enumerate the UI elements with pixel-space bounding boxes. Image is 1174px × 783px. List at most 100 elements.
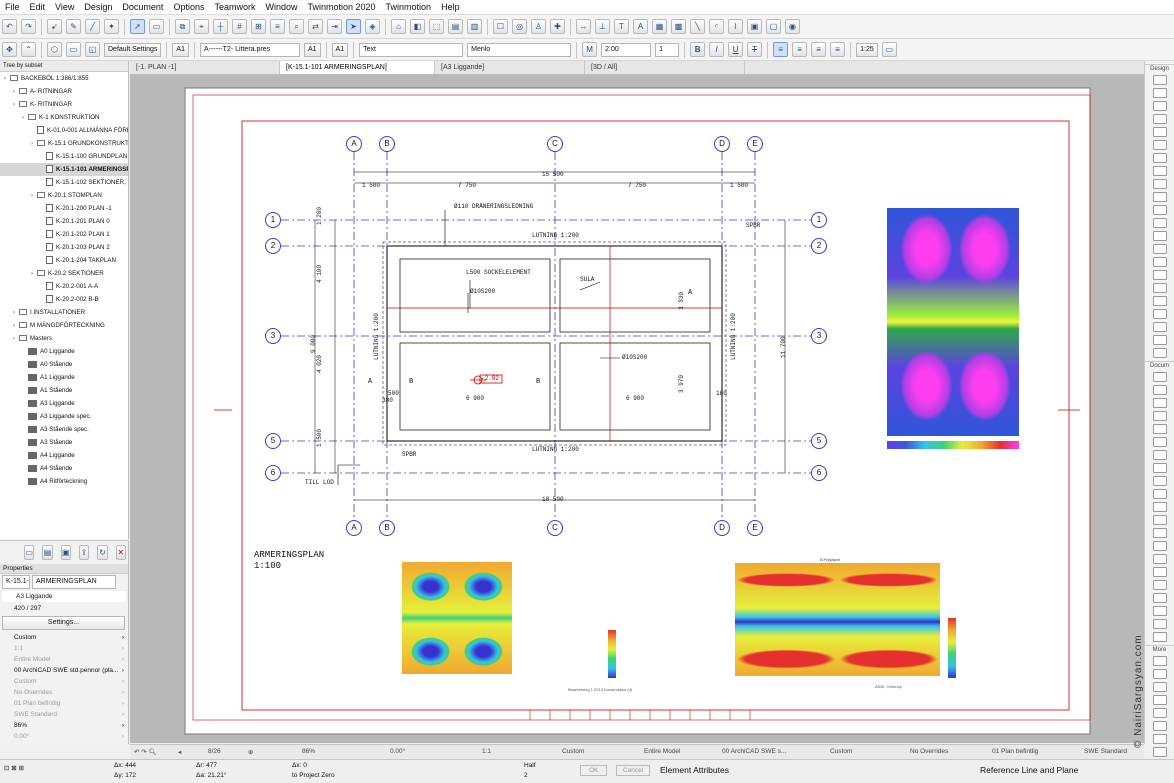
- tool-icon[interactable]: [1152, 411, 1167, 421]
- menu-document[interactable]: Document: [121, 2, 164, 12]
- tool-icon[interactable]: [1152, 348, 1167, 358]
- figure-tool-icon[interactable]: ▢: [766, 19, 781, 34]
- view-tab[interactable]: [3D / All]: [585, 61, 745, 74]
- layout-name-field[interactable]: ARMERINGSPLAN: [32, 575, 116, 589]
- tool-icon[interactable]: [1152, 593, 1167, 603]
- align-right-icon[interactable]: ≡: [811, 42, 827, 57]
- tool-icon[interactable]: [1152, 450, 1167, 460]
- tool-icon[interactable]: [1152, 721, 1167, 731]
- label-icon[interactable]: A: [633, 19, 648, 34]
- tool-icon[interactable]: [1152, 205, 1167, 215]
- tool-icon[interactable]: [1152, 283, 1167, 293]
- pen-selector[interactable]: A1: [172, 42, 189, 57]
- undo-icon[interactable]: ↶: [2, 19, 17, 34]
- tool-icon[interactable]: [1152, 101, 1167, 111]
- navigator-item[interactable]: K-20.1-203 PLAN 2: [0, 241, 128, 254]
- property-row[interactable]: 00 ArchiCAD SWE std.pennor (pla... ›: [0, 665, 128, 676]
- menu-help[interactable]: Help: [440, 2, 461, 12]
- delete-icon[interactable]: ✕: [115, 545, 126, 560]
- scale-125-button[interactable]: 1:25: [856, 42, 878, 57]
- element-attributes-select[interactable]: Element Attributes: [660, 765, 729, 775]
- align-left-icon[interactable]: ≡: [773, 42, 789, 57]
- bold-icon[interactable]: B: [690, 42, 706, 57]
- navigator-item[interactable]: A4 Liggande: [0, 449, 128, 462]
- tool-icon[interactable]: [1152, 309, 1167, 319]
- arrow-select-icon[interactable]: ➚: [130, 19, 145, 34]
- settings-arrow-icon[interactable]: ⌃: [21, 42, 36, 57]
- reference-line-select[interactable]: Reference Line and Plane: [980, 765, 1078, 775]
- property-row[interactable]: 1:1 ›: [0, 643, 128, 654]
- property-row[interactable]: Entire Model ›: [0, 654, 128, 665]
- tool-icon[interactable]: [1152, 88, 1167, 98]
- navigator-item[interactable]: A3 Stående: [0, 436, 128, 449]
- default-settings-button[interactable]: Default Settings: [104, 42, 162, 57]
- project-zero[interactable]: to Project Zero: [292, 772, 335, 779]
- drawing-icon[interactable]: ▣: [747, 19, 762, 34]
- navigator-item[interactable]: A4 Ritförteckning: [0, 475, 128, 488]
- update-icon[interactable]: ↻: [97, 545, 108, 560]
- rotation-angle[interactable]: 0.00°: [390, 748, 405, 755]
- teamwork-icon[interactable]: ⇄: [308, 19, 323, 34]
- menu-twinmotion[interactable]: Twinmotion: [385, 2, 433, 12]
- renovation-filter[interactable]: 01 Plan befintlig: [992, 748, 1038, 755]
- fill-icon[interactable]: ▩: [671, 19, 686, 34]
- anchor-icon[interactable]: ◱: [85, 42, 100, 57]
- menu-window[interactable]: Window: [264, 2, 298, 12]
- cancel-button[interactable]: Cancel: [616, 765, 651, 776]
- snap-half[interactable]: Half: [524, 762, 536, 769]
- walk-icon[interactable]: ✚: [550, 19, 565, 34]
- pen-set[interactable]: 00 ArchiCAD SWE s...: [722, 748, 786, 755]
- house-icon[interactable]: ⌂: [391, 19, 406, 34]
- snap-icon[interactable]: ⌖: [194, 19, 209, 34]
- navigator-item[interactable]: A4 Stående: [0, 462, 128, 475]
- line-icon[interactable]: ╲: [690, 19, 705, 34]
- navigator-item[interactable]: A1 Stående: [0, 384, 128, 397]
- property-row[interactable]: No Overrides ›: [0, 687, 128, 698]
- prev-page-icon[interactable]: ◂: [178, 748, 181, 756]
- navigator-item[interactable]: › I INSTALLATIONER: [0, 306, 128, 319]
- navigator-item[interactable]: A0 Liggande: [0, 345, 128, 358]
- text-style-button[interactable]: A1: [303, 42, 321, 57]
- line-scale-field[interactable]: 1: [655, 42, 680, 57]
- navigator-item[interactable]: K-15.1-100 GRUNDPLAN O: [0, 150, 128, 163]
- arc-icon[interactable]: ◜: [709, 19, 724, 34]
- menu-teamwork[interactable]: Teamwork: [213, 2, 256, 12]
- tool-icon[interactable]: [1152, 244, 1167, 254]
- navigator-item[interactable]: › K-20.2 SEKTIONER: [0, 267, 128, 280]
- tool-icon[interactable]: [1152, 424, 1167, 434]
- tool-icon[interactable]: [1152, 669, 1167, 679]
- tracker-icons[interactable]: ⊡ ⊠ ⊞: [4, 764, 24, 772]
- strikethrough-icon[interactable]: T: [747, 42, 763, 57]
- zone-icon[interactable]: ▦: [652, 19, 667, 34]
- menu-edit[interactable]: Edit: [29, 2, 47, 12]
- magic-wand-icon[interactable]: ✦: [104, 19, 119, 34]
- tool-icon[interactable]: [1152, 708, 1167, 718]
- tool-icon[interactable]: [1152, 554, 1167, 564]
- navigator-item[interactable]: › BACKEBÖL 1:386/1:855: [0, 72, 128, 85]
- snap-divisions[interactable]: 2: [524, 772, 528, 779]
- property-row[interactable]: Custom ›: [0, 632, 128, 643]
- align-center-icon[interactable]: ≡: [792, 42, 808, 57]
- layout-id-field[interactable]: K-15.1-: [2, 575, 30, 589]
- tool-icon[interactable]: [1152, 632, 1167, 642]
- ok-button[interactable]: OK: [580, 765, 608, 776]
- pointer-icon[interactable]: ➹: [47, 19, 62, 34]
- dimension-icon[interactable]: ↔: [576, 19, 591, 34]
- tool-icon[interactable]: [1152, 747, 1167, 757]
- delta-y[interactable]: Δy: 172: [114, 772, 136, 779]
- navigator-item[interactable]: A1 Liggande: [0, 371, 128, 384]
- tool-icon[interactable]: [1152, 619, 1167, 629]
- guide-icon[interactable]: ┼: [213, 19, 228, 34]
- menu-design[interactable]: Design: [83, 2, 113, 12]
- redo-icon[interactable]: ↷: [21, 19, 36, 34]
- syringe-icon[interactable]: ╱: [85, 19, 100, 34]
- camera-icon[interactable]: ◉: [785, 19, 800, 34]
- find-select-icon[interactable]: ⌕: [289, 19, 304, 34]
- delta-r[interactable]: Δr: 477: [196, 762, 217, 769]
- new-master-icon[interactable]: ▣: [60, 545, 71, 560]
- property-row[interactable]: 86% ›: [0, 720, 128, 731]
- view-tab[interactable]: [K-15.1-101 ARMERINGSPLAN]: [280, 61, 435, 74]
- tool-icon[interactable]: [1152, 270, 1167, 280]
- tool-icon[interactable]: [1152, 153, 1167, 163]
- frame-icon[interactable]: ▭: [881, 42, 897, 57]
